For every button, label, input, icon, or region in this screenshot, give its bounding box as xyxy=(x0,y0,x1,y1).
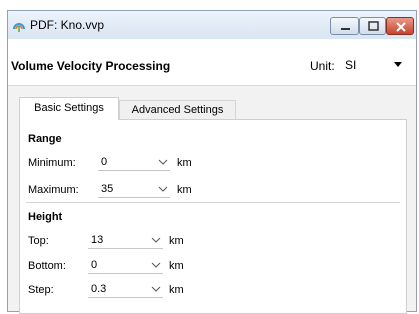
step-label: Step: xyxy=(28,284,54,296)
unit-label: Unit: xyxy=(310,59,335,73)
top-combo[interactable]: 13 xyxy=(88,231,163,249)
maximize-button[interactable] xyxy=(359,17,386,35)
height-section-title: Height xyxy=(28,211,63,223)
chevron-down-icon xyxy=(151,262,161,268)
chevron-down-icon xyxy=(158,159,168,165)
top-unit: km xyxy=(169,235,184,247)
bottom-combo[interactable]: 0 xyxy=(88,256,163,274)
unit-value: SI xyxy=(345,58,357,72)
client-area: Volume Velocity Processing Unit: SI Basi… xyxy=(8,39,416,314)
maximize-icon xyxy=(368,21,379,31)
section-divider xyxy=(26,202,400,203)
top-value: 13 xyxy=(91,234,104,246)
maximum-combo[interactable]: 35 xyxy=(98,180,170,198)
bottom-value: 0 xyxy=(91,259,98,271)
minimum-combo[interactable]: 0 xyxy=(98,153,170,171)
bottom-unit: km xyxy=(169,260,184,272)
range-section-title: Range xyxy=(28,133,62,145)
app-icon xyxy=(13,23,25,32)
close-button[interactable] xyxy=(386,17,414,35)
bottom-label: Bottom: xyxy=(28,260,66,272)
minimize-button[interactable] xyxy=(330,17,359,35)
minimum-value: 0 xyxy=(101,156,108,168)
app-window: PDF: Kno.vvp Volume Velocity Processing … xyxy=(7,10,417,314)
tab-advanced-settings[interactable]: Advanced Settings xyxy=(119,100,236,120)
top-label: Top: xyxy=(28,235,49,247)
basic-settings-panel: Range Minimum: 0 km Maximum: 35 km Heigh… xyxy=(19,119,407,314)
chevron-down-icon xyxy=(158,186,168,192)
tab-basic-settings[interactable]: Basic Settings xyxy=(19,97,119,120)
maximum-value: 35 xyxy=(101,183,114,195)
window-title: PDF: Kno.vvp xyxy=(30,18,105,32)
minimize-icon xyxy=(341,28,350,30)
unit-select[interactable]: SI xyxy=(341,53,407,75)
minimum-unit: km xyxy=(177,157,192,169)
step-unit: km xyxy=(169,284,184,296)
close-icon xyxy=(396,22,406,32)
dropdown-arrow-icon xyxy=(394,62,402,67)
chevron-down-icon xyxy=(151,286,161,292)
maximum-label: Maximum: xyxy=(28,184,79,196)
maximum-unit: km xyxy=(177,184,192,196)
minimum-label: Minimum: xyxy=(28,157,76,169)
chevron-down-icon xyxy=(151,237,161,243)
step-combo[interactable]: 0.3 xyxy=(88,280,163,298)
page-title: Volume Velocity Processing xyxy=(11,59,171,73)
header-panel: Volume Velocity Processing Unit: SI xyxy=(8,39,416,86)
step-value: 0.3 xyxy=(91,283,107,295)
title-bar[interactable]: PDF: Kno.vvp xyxy=(8,11,416,39)
